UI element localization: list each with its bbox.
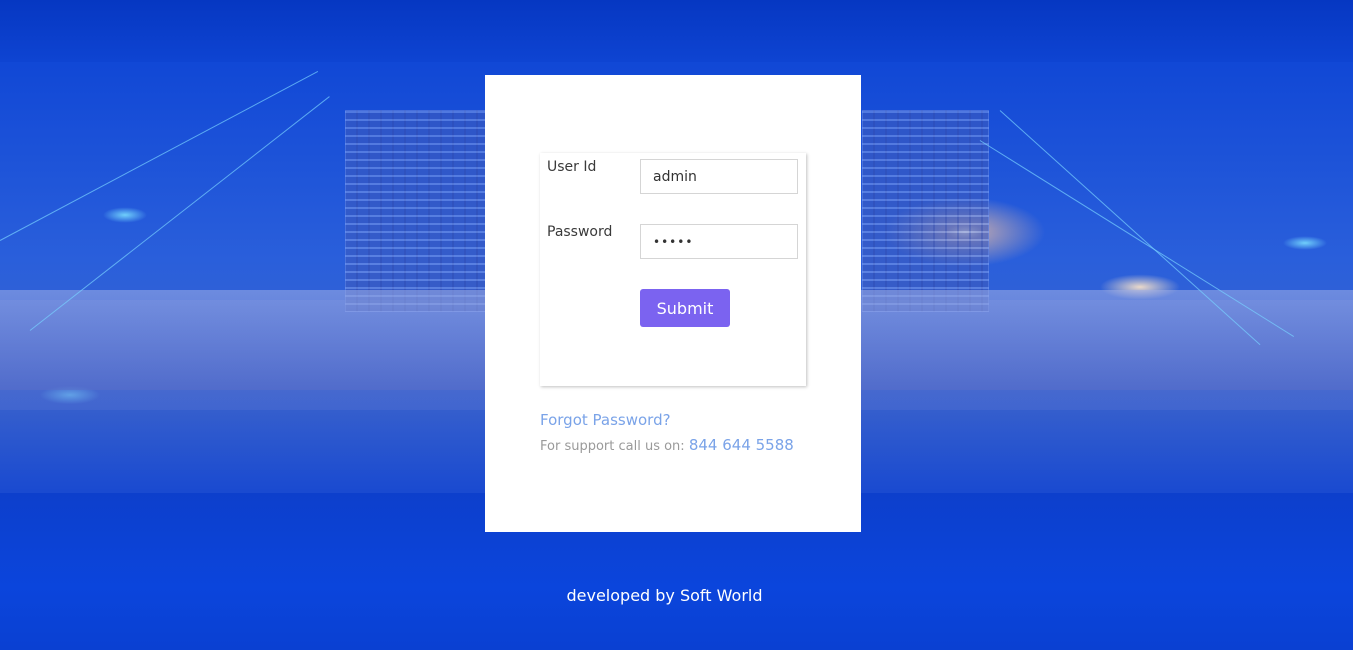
login-form: User Id Password Submit <box>540 153 806 386</box>
support-text: For support call us on: <box>540 439 685 454</box>
background-tower-right <box>862 110 989 312</box>
background-mall-left <box>0 290 485 390</box>
background-mall-right <box>861 290 1353 390</box>
background-band-top <box>0 0 1353 62</box>
password-row: Password <box>540 224 806 260</box>
support-phone-link[interactable]: 844 644 5588 <box>689 436 794 454</box>
footer-credit: developed by Soft World <box>566 586 763 605</box>
forgot-password-link[interactable]: Forgot Password? <box>540 411 671 429</box>
password-label: Password <box>547 224 613 240</box>
user-id-label: User Id <box>547 159 597 175</box>
password-input[interactable] <box>640 224 798 259</box>
light-line <box>0 71 319 241</box>
submit-button[interactable]: Submit <box>640 289 730 327</box>
user-id-input[interactable] <box>640 159 798 194</box>
footer: developed by Soft World <box>0 586 1353 605</box>
login-card: User Id Password Submit Forgot Password?… <box>485 75 861 532</box>
background-tower-left <box>345 110 487 312</box>
user-id-row: User Id <box>540 159 806 195</box>
support-info: For support call us on: 844 644 5588 <box>540 436 794 454</box>
